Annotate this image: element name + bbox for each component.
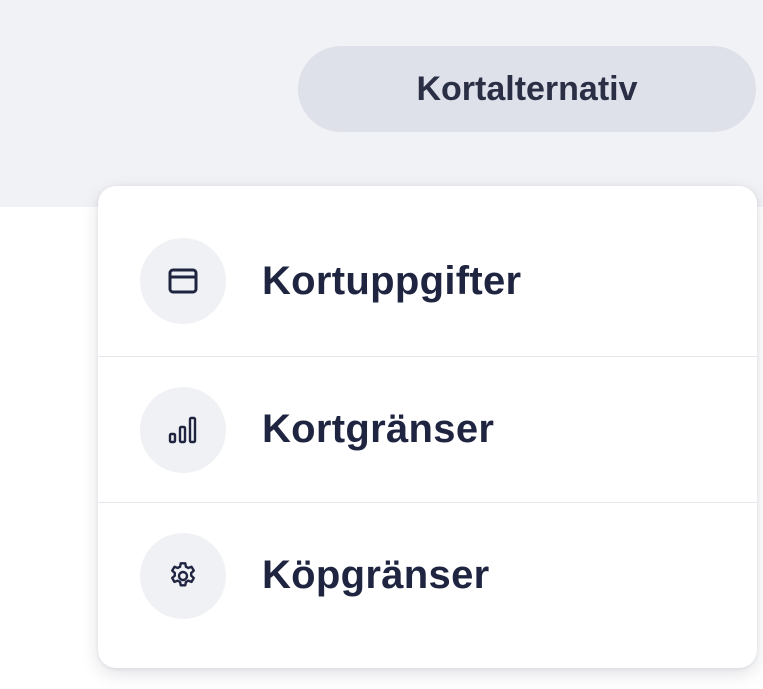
menu-item-card-details[interactable]: Kortuppgifter: [98, 208, 757, 354]
menu-item-label: Kortuppgifter: [262, 258, 522, 303]
gear-icon: [140, 532, 226, 619]
menu-item-label: Köpgränser: [262, 553, 490, 597]
bar-chart-icon: [140, 386, 226, 473]
credit-card-icon: [140, 238, 226, 324]
card-options-button[interactable]: Kortalternativ: [298, 46, 756, 132]
menu-item-purchase-limits[interactable]: Köpgränser: [98, 502, 757, 648]
menu-item-label: Kortgränser: [262, 407, 495, 451]
card-options-dropdown: Kortuppgifter Kortgränser Köpgränser: [98, 186, 757, 668]
menu-item-card-limits[interactable]: Kortgränser: [98, 356, 757, 502]
